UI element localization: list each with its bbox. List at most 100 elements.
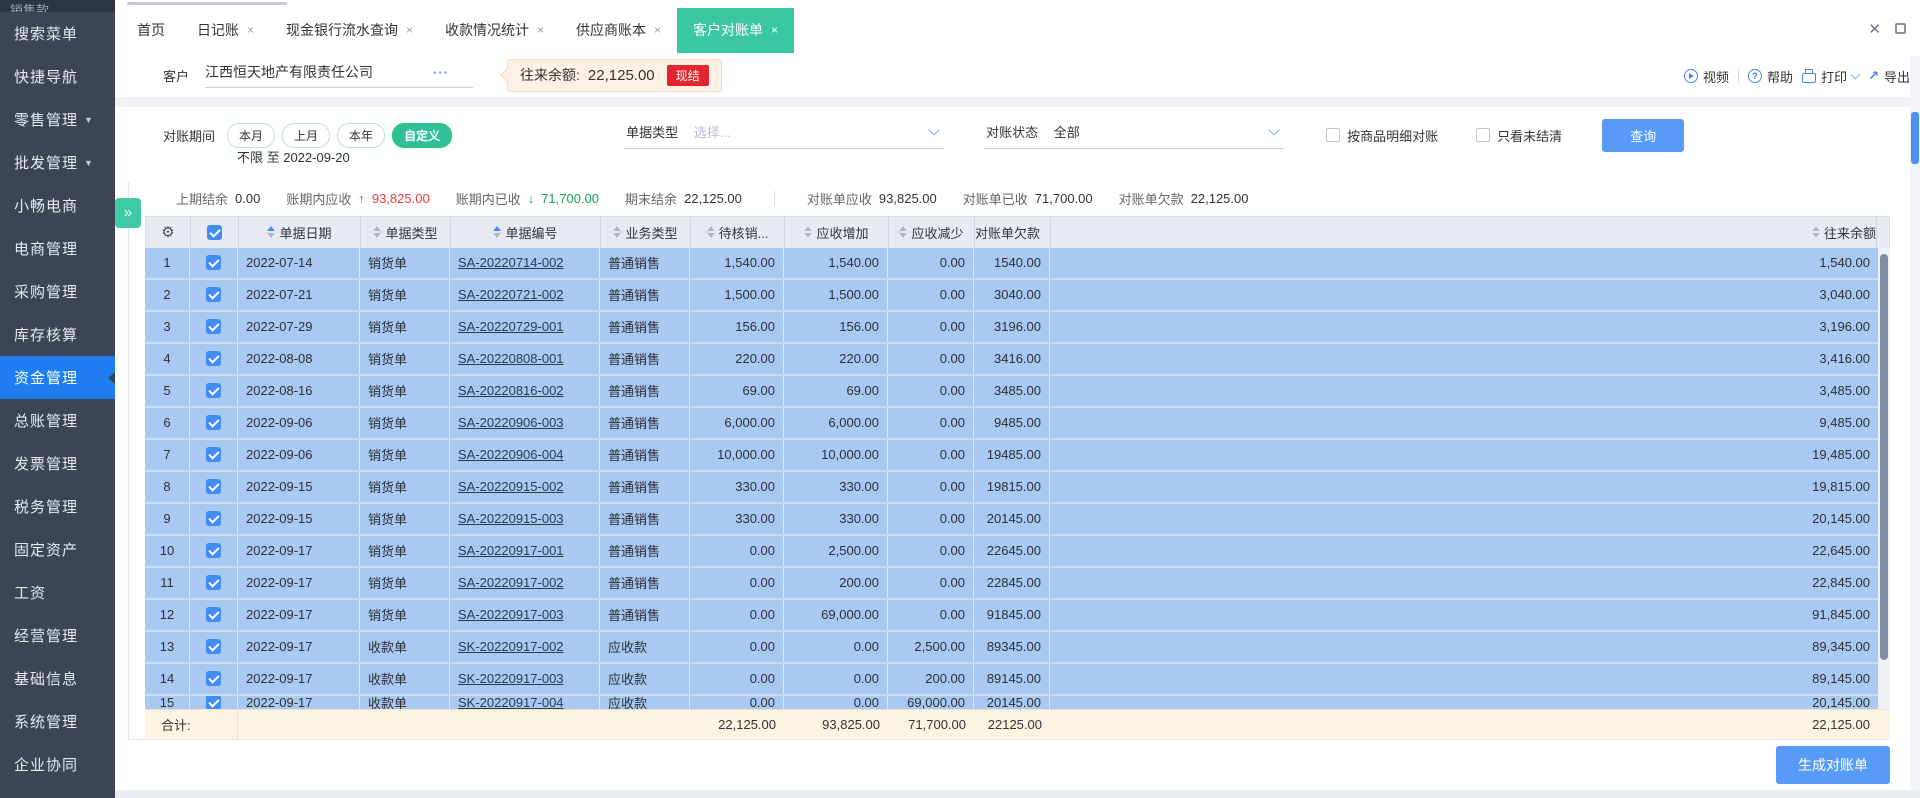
expand-panel-button[interactable]: »: [115, 197, 141, 228]
table-row[interactable]: 4 2022-08-08 销货单 SA-20220808-001 普通销售 22…: [145, 343, 1890, 376]
sort-icon[interactable]: [706, 226, 715, 239]
doc-number-link[interactable]: SK-20220917-004: [458, 696, 564, 709]
chevron-down-icon[interactable]: [1850, 69, 1861, 80]
column-header-decrease[interactable]: 应收减少: [889, 216, 975, 248]
unsettled-checkbox[interactable]: 只看未结清: [1476, 126, 1562, 145]
detail-checkbox[interactable]: 按商品明细对账: [1326, 126, 1438, 145]
sort-icon[interactable]: [493, 226, 502, 239]
export-button[interactable]: ↗ 导出: [1868, 67, 1910, 86]
table-row[interactable]: 10 2022-09-17 销货单 SA-20220917-001 普通销售 0…: [145, 535, 1890, 568]
sidebar-clipped-item[interactable]: 销售款: [0, 0, 115, 12]
period-pill[interactable]: 本年: [337, 122, 386, 148]
doc-number-link[interactable]: SK-20220917-003: [458, 671, 564, 686]
table-row[interactable]: 1 2022-07-14 销货单 SA-20220714-002 普通销售 1,…: [145, 247, 1890, 280]
row-checkbox[interactable]: [206, 543, 221, 559]
table-row[interactable]: 13 2022-09-17 收款单 SK-20220917-002 应收款 0.…: [145, 631, 1890, 664]
row-checkbox[interactable]: [206, 575, 221, 591]
status-select[interactable]: 对账状态 全部: [984, 122, 1285, 149]
row-checkbox[interactable]: [206, 255, 221, 271]
sort-icon[interactable]: [613, 226, 622, 239]
period-pill[interactable]: 上月: [282, 122, 331, 148]
table-row[interactable]: 2 2022-07-21 销货单 SA-20220721-002 普通销售 1,…: [145, 279, 1890, 312]
sidebar-item[interactable]: 工资 ▼: [0, 571, 115, 614]
sidebar-item[interactable]: 库存核算 ▼: [0, 313, 115, 356]
video-button[interactable]: 视频: [1684, 67, 1729, 86]
tab[interactable]: 客户对账单 ×: [677, 7, 795, 54]
table-row[interactable]: 7 2022-09-06 销货单 SA-20220906-004 普通销售 10…: [145, 439, 1890, 472]
table-row[interactable]: 14 2022-09-17 收款单 SK-20220917-003 应收款 0.…: [145, 663, 1890, 696]
help-button[interactable]: ? 帮助: [1748, 67, 1793, 86]
doc-number-link[interactable]: SA-20220906-004: [458, 447, 564, 462]
doc-type-select[interactable]: 单据类型 选择...: [624, 122, 945, 149]
table-row[interactable]: 3 2022-07-29 销货单 SA-20220729-001 普通销售 15…: [145, 311, 1890, 344]
sidebar-item[interactable]: 经营管理 ▼: [0, 614, 115, 657]
table-row[interactable]: 15 2022-09-17 收款单 SK-20220917-004 应收款 0.…: [145, 695, 1890, 709]
table-row[interactable]: 5 2022-08-16 销货单 SA-20220816-002 普通销售 69…: [145, 375, 1890, 408]
doc-number-link[interactable]: SA-20220906-003: [458, 415, 564, 430]
sidebar-item[interactable]: 资金管理 ▼: [0, 356, 115, 399]
select-all-checkbox[interactable]: [207, 224, 222, 240]
sidebar-item[interactable]: 固定资产 ▼: [0, 528, 115, 571]
doc-number-link[interactable]: SA-20220917-002: [458, 575, 564, 590]
column-header-pending[interactable]: 待核销...: [691, 216, 785, 248]
period-range-text[interactable]: 不限 至 2022-09-20: [237, 147, 350, 166]
row-checkbox[interactable]: [206, 479, 221, 495]
period-pill[interactable]: 自定义: [392, 122, 453, 148]
sort-icon[interactable]: [1811, 226, 1820, 239]
doc-number-link[interactable]: SA-20220714-002: [458, 255, 564, 270]
maximize-icon[interactable]: [1895, 23, 1906, 35]
column-header-owed[interactable]: 对账单欠款: [975, 216, 1051, 248]
sort-icon[interactable]: [899, 226, 908, 239]
sidebar-item[interactable]: 小畅电商 ▼: [0, 184, 115, 227]
doc-number-link[interactable]: SA-20220915-003: [458, 511, 564, 526]
close-icon[interactable]: ✕: [1868, 20, 1881, 38]
sidebar-item[interactable]: 快捷导航 ▼: [0, 55, 115, 98]
table-row[interactable]: 9 2022-09-15 销货单 SA-20220915-003 普通销售 33…: [145, 503, 1890, 536]
sort-icon[interactable]: [267, 226, 276, 239]
table-row[interactable]: 8 2022-09-15 销货单 SA-20220915-002 普通销售 33…: [145, 471, 1890, 504]
sort-icon[interactable]: [804, 226, 813, 239]
column-header-no[interactable]: 单据编号: [451, 216, 601, 248]
row-checkbox[interactable]: [206, 415, 221, 431]
table-scrollbar[interactable]: [1878, 247, 1890, 709]
tab-close-icon[interactable]: ×: [654, 23, 661, 37]
tab-close-icon[interactable]: ×: [247, 23, 254, 37]
doc-number-link[interactable]: SA-20220808-001: [458, 351, 564, 366]
sidebar-item[interactable]: 批发管理 ▼: [0, 141, 115, 184]
tab[interactable]: 收款情况统计 ×: [429, 8, 560, 54]
doc-number-link[interactable]: SA-20220721-002: [458, 287, 564, 302]
doc-number-link[interactable]: SA-20220915-002: [458, 479, 564, 494]
sidebar-item[interactable]: 零售管理 ▼: [0, 98, 115, 141]
column-header-type[interactable]: 单据类型: [361, 216, 451, 248]
column-header-balance[interactable]: 往来余额: [1761, 216, 1877, 248]
row-checkbox[interactable]: [206, 351, 221, 367]
sidebar-item[interactable]: 基础信息 ▼: [0, 657, 115, 700]
more-dots-icon[interactable]: ···: [433, 65, 449, 80]
scrollbar-thumb[interactable]: [1880, 253, 1888, 660]
page-scrollbar[interactable]: [1910, 56, 1920, 790]
search-button[interactable]: 查询: [1602, 118, 1685, 152]
row-checkbox[interactable]: [206, 639, 221, 655]
sidebar-item[interactable]: 企业协同 ▼: [0, 743, 115, 786]
tab-close-icon[interactable]: ×: [406, 23, 413, 37]
sort-icon[interactable]: [373, 226, 382, 239]
tab-close-icon[interactable]: ×: [771, 23, 778, 37]
sidebar-item[interactable]: 税务管理 ▼: [0, 485, 115, 528]
customer-field[interactable]: 江西恒天地产有限责任公司 ···: [205, 62, 474, 89]
column-header-increase[interactable]: 应收增加: [785, 216, 889, 248]
sidebar-item[interactable]: 电商管理 ▼: [0, 227, 115, 270]
column-header-biz[interactable]: 业务类型: [601, 216, 691, 248]
row-checkbox[interactable]: [206, 671, 221, 687]
sidebar-item[interactable]: 总账管理 ▼: [0, 399, 115, 442]
row-checkbox[interactable]: [206, 383, 221, 399]
row-checkbox[interactable]: [206, 695, 221, 709]
doc-number-link[interactable]: SA-20220917-001: [458, 543, 564, 558]
doc-number-link[interactable]: SA-20220917-003: [458, 607, 564, 622]
period-pill[interactable]: 本月: [227, 122, 276, 148]
row-checkbox[interactable]: [206, 319, 221, 335]
table-row[interactable]: 11 2022-09-17 销货单 SA-20220917-002 普通销售 0…: [145, 567, 1890, 600]
row-checkbox[interactable]: [206, 447, 221, 463]
sidebar-item[interactable]: 发票管理 ▼: [0, 442, 115, 485]
column-header-date[interactable]: 单据日期: [239, 216, 361, 248]
tab-close-icon[interactable]: ×: [537, 23, 544, 37]
